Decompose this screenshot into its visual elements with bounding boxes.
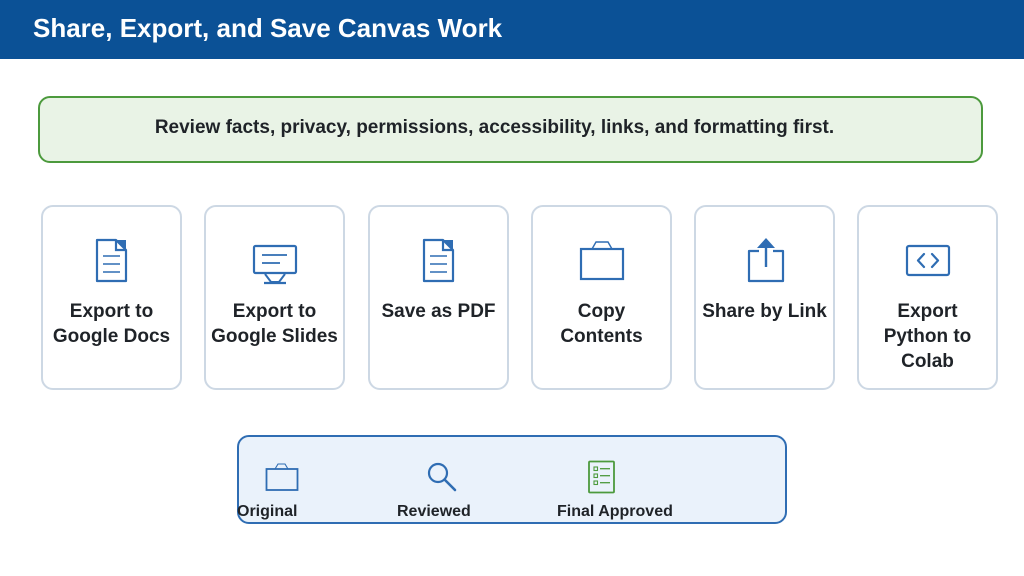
- folder-icon: [265, 460, 299, 494]
- presentation-icon: [250, 237, 300, 287]
- copy-contents-card[interactable]: Copy Contents: [531, 205, 672, 390]
- legend-label-reviewed: Reviewed: [397, 503, 471, 520]
- checklist-icon: [585, 460, 619, 494]
- pdf-document-icon: [414, 237, 464, 287]
- export-google-slides-card[interactable]: Export to Google Slides: [204, 205, 345, 390]
- share-by-link-card[interactable]: Share by Link: [694, 205, 835, 390]
- save-as-pdf-card[interactable]: Save as PDF: [368, 205, 509, 390]
- code-icon: [903, 237, 953, 287]
- legend-label-final-approved: Final Approved: [557, 503, 673, 520]
- card-label: Copy Contents: [560, 301, 643, 347]
- document-icon: [87, 237, 137, 287]
- export-python-colab-card[interactable]: Export Python to Colab: [857, 205, 998, 390]
- legend-label-original: Original: [237, 503, 298, 520]
- header-bar: Share, Export, and Save Canvas Work: [0, 0, 1024, 59]
- card-label: Export to Google Docs: [52, 301, 171, 347]
- review-note-box: Review facts, privacy, permissions, acce…: [38, 96, 983, 163]
- share-icon: [740, 237, 790, 287]
- card-label: Share by Link: [702, 301, 827, 322]
- magnifier-icon: [425, 460, 459, 494]
- export-google-docs-card[interactable]: Export to Google Docs: [41, 205, 182, 390]
- review-note-text: Review facts, privacy, permissions, acce…: [154, 117, 835, 138]
- page-title: Share, Export, and Save Canvas Work: [33, 13, 503, 43]
- card-label: Export Python to Colab: [883, 301, 972, 372]
- status-legend: [237, 435, 787, 524]
- card-label: Save as PDF: [381, 301, 496, 322]
- clipboard-icon: [577, 237, 627, 287]
- card-label: Export to Google Slides: [211, 301, 338, 347]
